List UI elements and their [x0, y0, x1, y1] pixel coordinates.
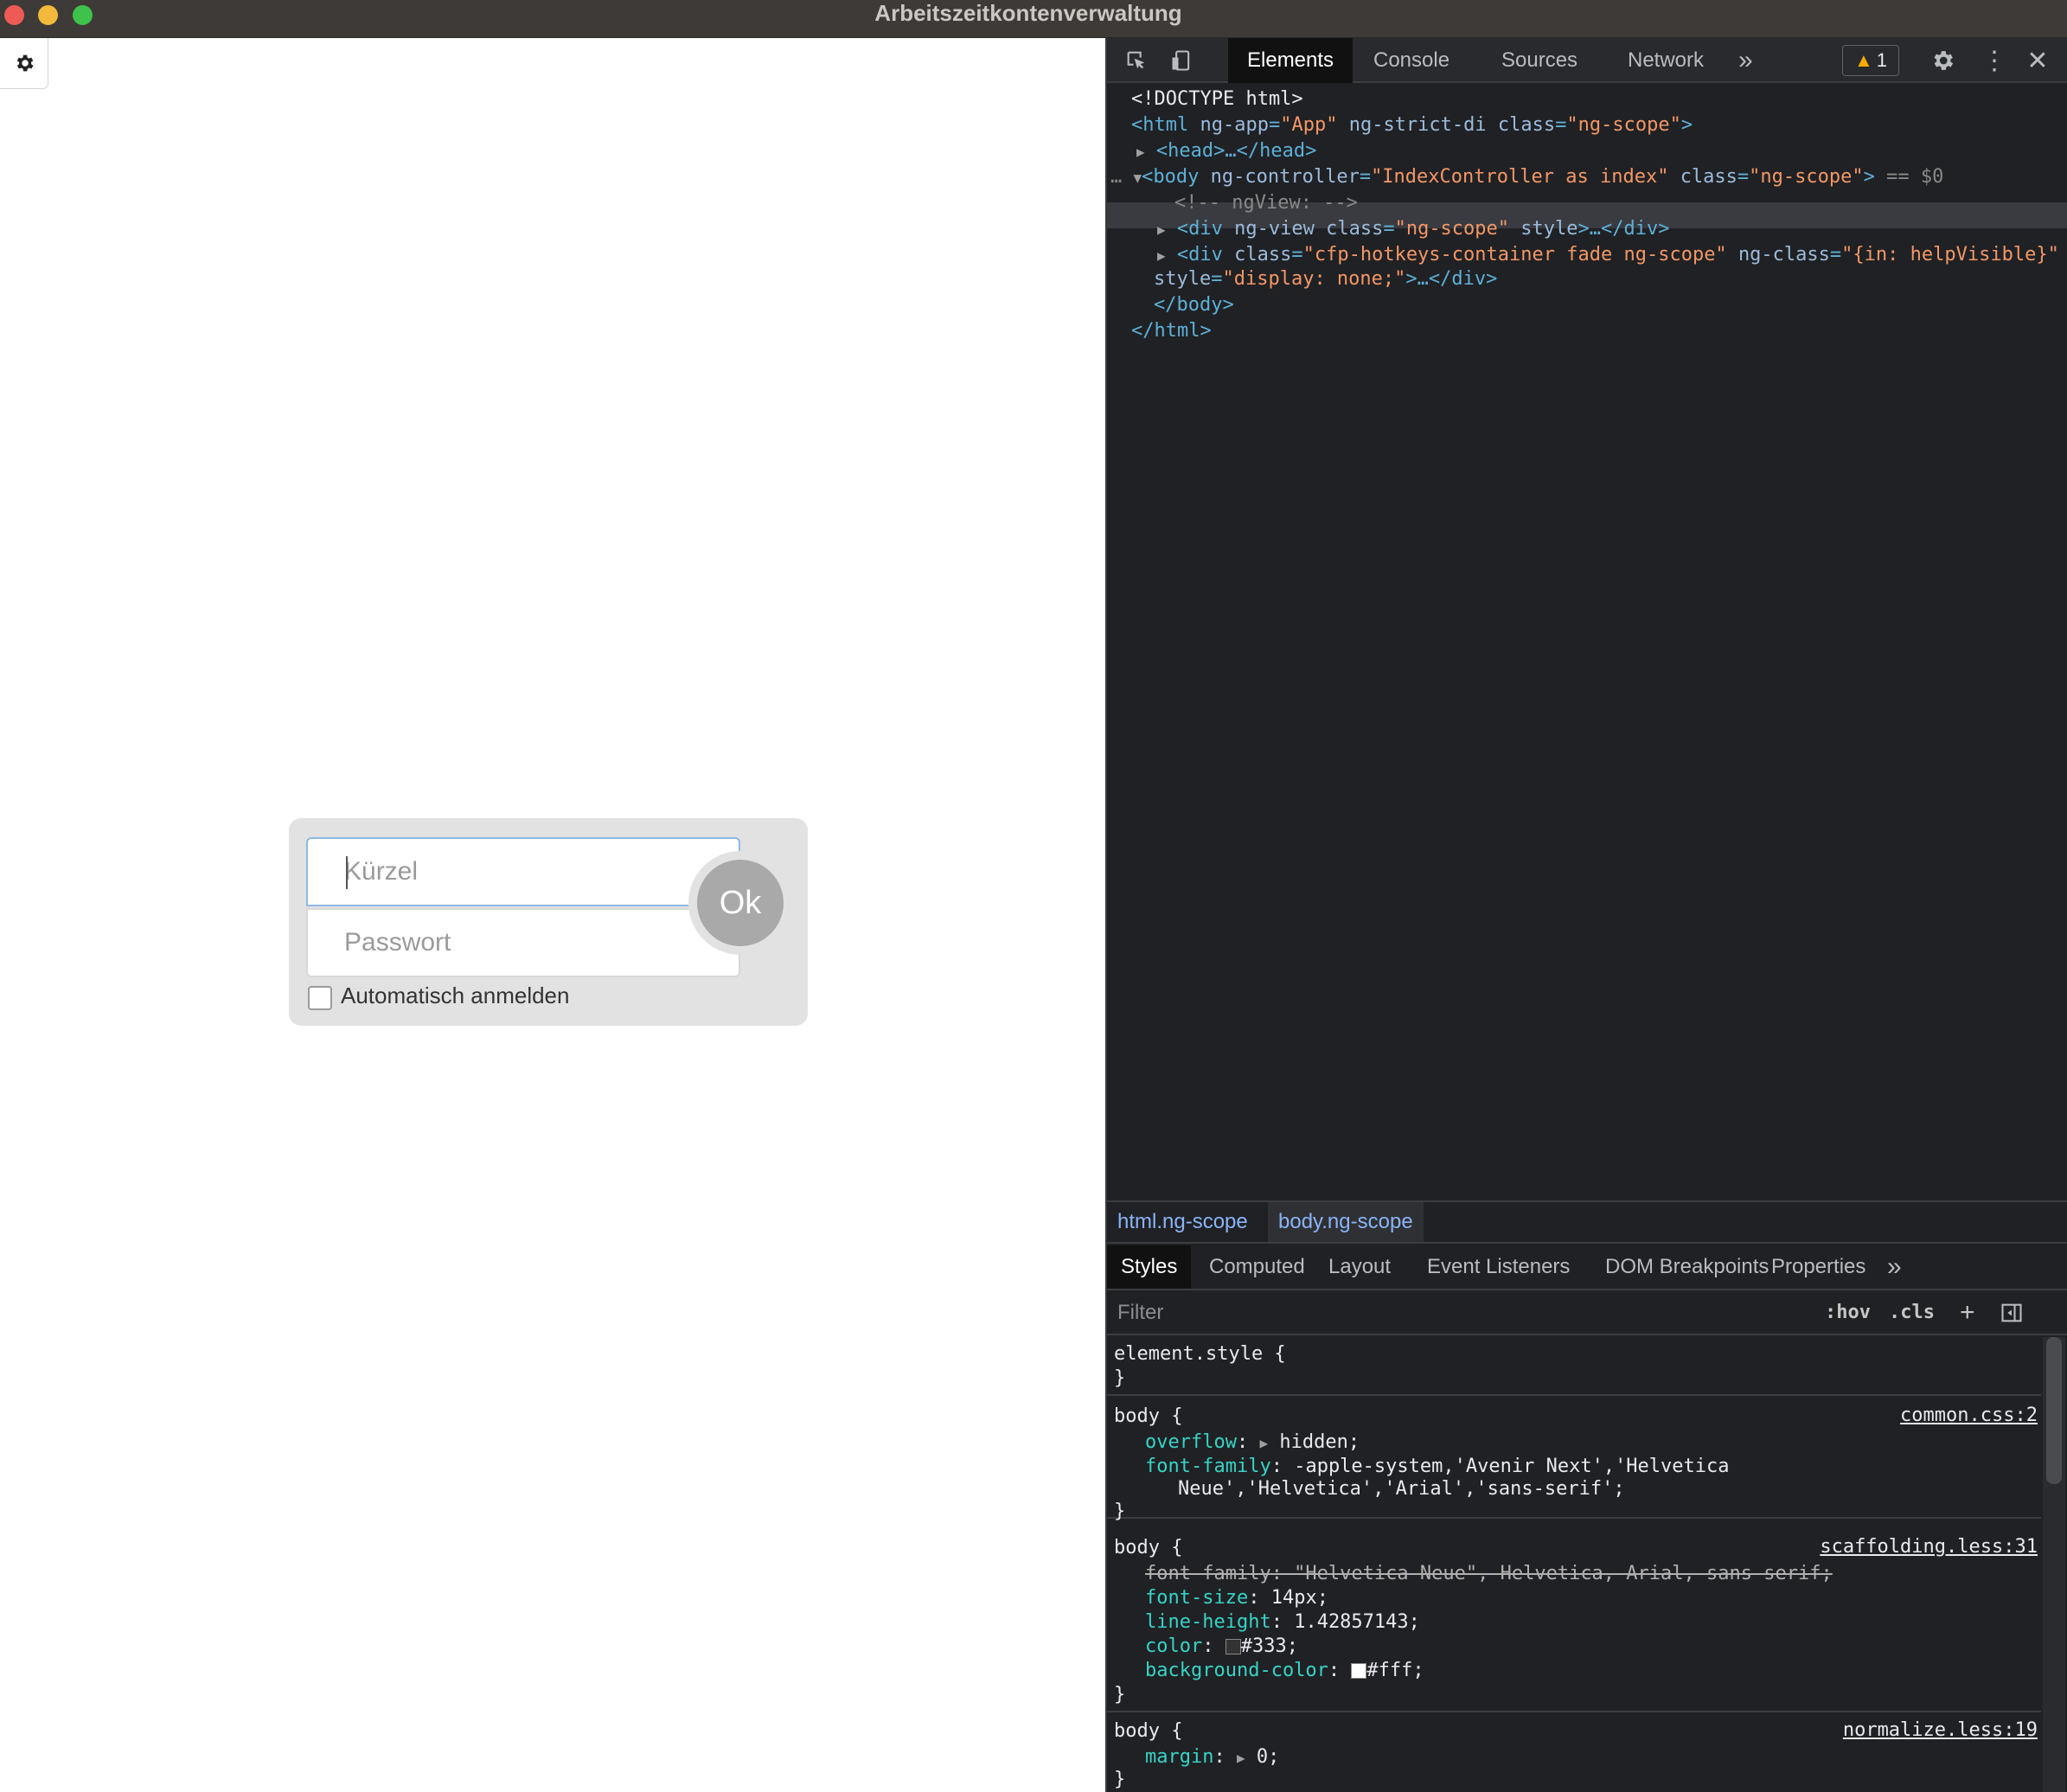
- tab-elements[interactable]: Elements: [1228, 38, 1353, 83]
- rule-source-link[interactable]: common.css:2: [1900, 1405, 2038, 1426]
- tab-sources[interactable]: Sources: [1482, 38, 1597, 83]
- settings-button[interactable]: [0, 38, 48, 89]
- breadcrumb-body[interactable]: body.ng-scope: [1268, 1202, 1424, 1242]
- cls-toggle-button[interactable]: .cls: [1889, 1296, 1935, 1330]
- tab-event-listeners[interactable]: Event Listeners: [1413, 1245, 1584, 1289]
- dom-doctype[interactable]: <!DOCTYPE html>: [1131, 86, 1303, 112]
- rule-source-link[interactable]: normalize.less:19: [1843, 1719, 2038, 1741]
- collapse-triangle-icon: ▼: [1133, 170, 1142, 186]
- window-title: Arbeitszeitkontenverwaltung: [874, 0, 1182, 26]
- color-swatch[interactable]: [1225, 1639, 1241, 1654]
- css-declaration[interactable]: font-size: 14px;: [1145, 1586, 1328, 1610]
- rule-close: }: [1114, 1501, 1126, 1522]
- new-rule-button[interactable]: +: [1960, 1296, 1975, 1330]
- kebab-menu-icon[interactable]: ⋮: [1981, 47, 2008, 75]
- devtools-panel: Elements Console Sources Network » ▲ 1 ⋮…: [1105, 38, 2067, 1792]
- text-caret: [346, 856, 348, 889]
- css-declaration[interactable]: overflow: ▶ hidden;: [1145, 1430, 1360, 1455]
- hov-toggle-button[interactable]: :hov: [1825, 1296, 1871, 1330]
- element-style-rule: element.style { }: [1107, 1337, 2041, 1396]
- warning-icon: ▲: [1853, 49, 1873, 71]
- css-declaration[interactable]: line-height: 1.42857143;: [1145, 1610, 1420, 1635]
- tab-styles[interactable]: Styles: [1107, 1245, 1192, 1289]
- css-declaration[interactable]: margin: ▶ 0;: [1145, 1745, 1279, 1770]
- dom-html-close[interactable]: </html>: [1131, 318, 1212, 344]
- gear-icon: [16, 54, 34, 72]
- breadcrumb: html.ng-scope body.ng-scope: [1107, 1200, 2067, 1244]
- styles-filter-input[interactable]: Filter: [1112, 1296, 1801, 1330]
- styles-scrollbar[interactable]: [2043, 1337, 2065, 1792]
- breadcrumb-html[interactable]: html.ng-scope: [1107, 1202, 1258, 1242]
- inspect-element-icon[interactable]: [1123, 47, 1150, 74]
- more-tabs-icon[interactable]: »: [1719, 38, 1772, 83]
- rule-source-link[interactable]: scaffolding.less:31: [1820, 1536, 2038, 1558]
- rule-selector[interactable]: element.style {: [1114, 1342, 1286, 1366]
- css-declaration[interactable]: font-family: -apple-system,'Avenir Next'…: [1145, 1455, 1730, 1479]
- tab-computed[interactable]: Computed: [1195, 1245, 1319, 1289]
- toggle-sidebar-icon[interactable]: [1998, 1299, 2025, 1327]
- css-declaration[interactable]: background-color: #fff;: [1145, 1659, 1424, 1683]
- ok-button[interactable]: Ok: [697, 860, 784, 946]
- dom-body-node[interactable]: … ▼<body ng-controller="IndexController …: [1110, 164, 1943, 190]
- rule-close: }: [1114, 1367, 1126, 1389]
- dom-body-close[interactable]: </body>: [1154, 292, 1234, 318]
- rule-close: }: [1114, 1769, 1126, 1790]
- tab-console[interactable]: Console: [1354, 38, 1469, 83]
- dom-hotkeys-div[interactable]: ▶ <div class="cfp-hotkeys-container fade…: [1157, 242, 2059, 268]
- close-icon[interactable]: ✕: [2024, 47, 2051, 75]
- tab-layout[interactable]: Layout: [1315, 1245, 1405, 1289]
- rule-selector[interactable]: body {: [1114, 1719, 1182, 1744]
- warning-badge[interactable]: ▲ 1: [1842, 45, 1899, 76]
- warning-count: 1: [1876, 49, 1888, 71]
- kuerzel-input[interactable]: Kürzel: [306, 837, 740, 906]
- tab-properties[interactable]: Properties: [1757, 1245, 1879, 1289]
- css-rule-scaffolding: body { scaffolding.less:31 font-family: …: [1107, 1529, 2041, 1712]
- dom-hotkeys-div-cont[interactable]: style="display: none;">…</div>: [1154, 266, 1497, 292]
- window-titlebar: Arbeitszeitkontenverwaltung: [0, 0, 2067, 38]
- tab-dom-breakpoints[interactable]: DOM Breakpoints: [1591, 1245, 1782, 1289]
- devtools-toolbar: Elements Console Sources Network » ▲ 1 ⋮…: [1107, 38, 2067, 83]
- dom-html-node[interactable]: <html ng-app="App" ng-strict-di class="n…: [1131, 112, 1693, 138]
- dom-tree: <!DOCTYPE html> <html ng-app="App" ng-st…: [1107, 85, 2067, 1183]
- auto-login-label[interactable]: Automatisch anmelden: [341, 982, 569, 1009]
- styles-pane: element.style { } body { common.css:2 ov…: [1107, 1337, 2041, 1792]
- tab-network[interactable]: Network: [1609, 38, 1723, 83]
- device-toolbar-icon[interactable]: [1168, 47, 1195, 74]
- scrollbar-thumb[interactable]: [2046, 1337, 2062, 1484]
- rule-selector[interactable]: body {: [1114, 1405, 1182, 1429]
- css-declaration-cont: Neue','Helvetica','Arial','sans-serif';: [1178, 1478, 1625, 1500]
- passwort-placeholder: Passwort: [344, 928, 451, 957]
- expand-triangle-icon: ▶: [1157, 221, 1166, 238]
- more-tabs-icon[interactable]: »: [1873, 1245, 1916, 1289]
- login-form: Kürzel Passwort Ok Automatisch anmelden: [289, 818, 808, 1026]
- expand-triangle-icon: ▶: [1157, 247, 1166, 264]
- css-rule-common: body { common.css:2 overflow: ▶ hidden; …: [1107, 1398, 2041, 1522]
- expand-triangle-icon: ▶: [1136, 144, 1145, 160]
- css-rule-normalize: body { normalize.less:19 margin: ▶ 0; }: [1107, 1714, 2041, 1792]
- dom-comment-node[interactable]: <!-- ngView: -->: [1174, 190, 1358, 216]
- styles-filter-bar: Filter :hov .cls +: [1107, 1292, 2067, 1335]
- css-declaration-overridden[interactable]: font-family: "Helvetica Neue", Helvetica…: [1145, 1562, 1833, 1586]
- dom-ngview-div[interactable]: ▶ <div ng-view class="ng-scope" style>…<…: [1157, 216, 1669, 242]
- color-swatch[interactable]: [1351, 1663, 1367, 1679]
- css-declaration[interactable]: color: #333;: [1145, 1635, 1298, 1659]
- app-content: Kürzel Passwort Ok Automatisch anmelden: [0, 38, 1105, 1792]
- dom-head-node[interactable]: ▶ <head>…</head>: [1136, 138, 1316, 164]
- kuerzel-placeholder: Kürzel: [344, 857, 419, 886]
- styles-tabbar: Styles Computed Layout Event Listeners D…: [1107, 1245, 2067, 1290]
- rule-close: }: [1114, 1684, 1126, 1706]
- auto-login-checkbox[interactable]: [308, 986, 332, 1010]
- rule-selector[interactable]: body {: [1114, 1536, 1182, 1560]
- passwort-input[interactable]: Passwort: [306, 908, 740, 977]
- settings-gear-icon[interactable]: [1929, 47, 1956, 74]
